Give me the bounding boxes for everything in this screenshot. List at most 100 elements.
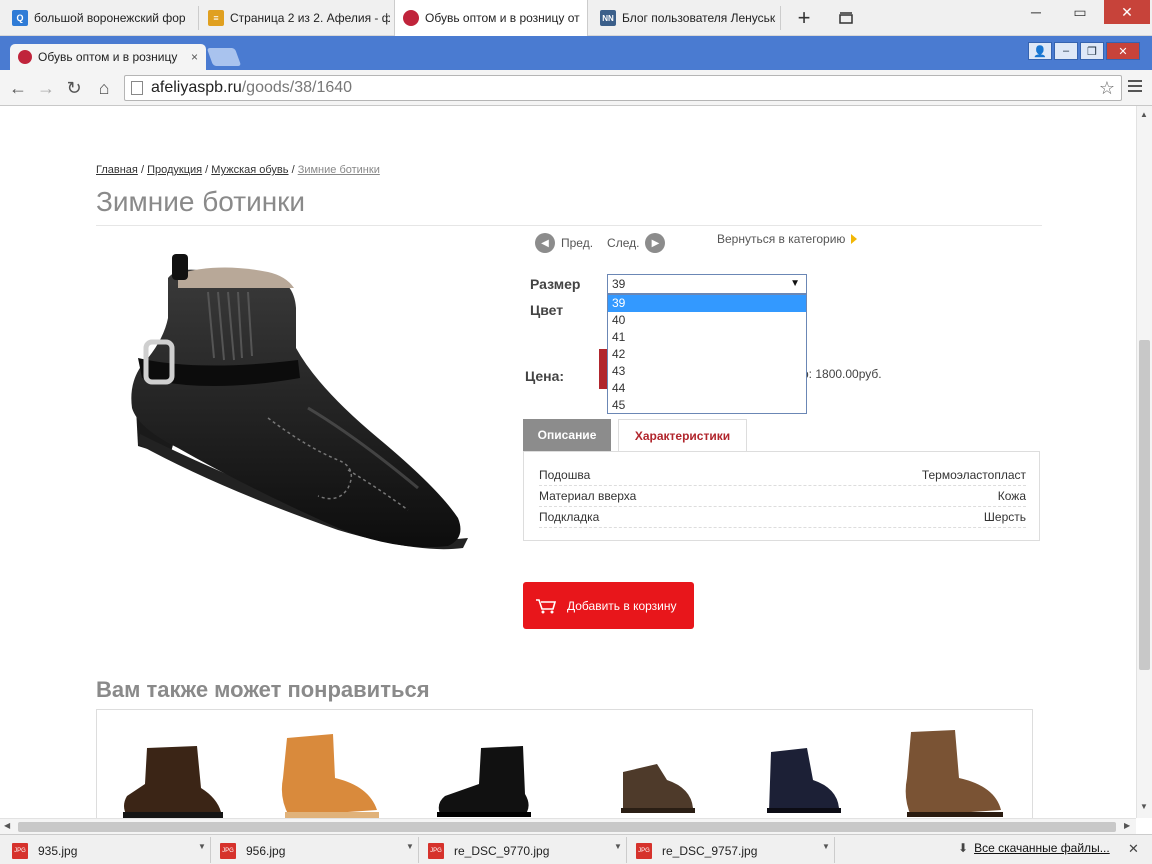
horizontal-scroll-thumb[interactable]	[18, 822, 1116, 832]
browser-tab-strip: Обувь оптом и в розницу × 👤 – ❐ ✕	[0, 36, 1152, 70]
breadcrumb: Главная / Продукция / Мужская обувь / Зи…	[96, 164, 380, 176]
spec-row: Подошва Термоэластопласт	[539, 465, 1026, 486]
download-item[interactable]: JPG 935.jpg ▼	[12, 839, 208, 863]
scroll-down-icon[interactable]: ▼	[1140, 802, 1148, 811]
taskbar-tab-3[interactable]: Обувь оптом и в розницу от	[394, 0, 588, 36]
chevron-down-icon: ▼	[790, 278, 800, 289]
spec-name: Подошва	[539, 468, 591, 482]
bookmark-star-icon[interactable]: ☆	[1099, 78, 1115, 99]
cart-icon	[536, 598, 557, 613]
product-tabs: Описание Характеристики	[523, 419, 747, 452]
close-downloads-icon[interactable]: ✕	[1128, 841, 1139, 857]
chevron-down-icon[interactable]: ▼	[198, 842, 206, 851]
taskbar-tab-label: большой воронежский фор	[34, 11, 186, 25]
page-viewport: Главная / Продукция / Мужская обувь / Зи…	[0, 106, 1136, 818]
reload-icon[interactable]: ↻	[62, 76, 86, 100]
size-option[interactable]: 41	[608, 329, 806, 346]
page-title: Зимние ботинки	[96, 186, 306, 217]
breadcrumb-home[interactable]: Главная	[96, 164, 138, 176]
size-option[interactable]: 42	[608, 346, 806, 363]
spec-name: Материал вверха	[539, 489, 637, 503]
scroll-right-icon[interactable]: ▶	[1124, 821, 1130, 830]
home-icon[interactable]: ⌂	[92, 76, 116, 100]
back-arrow-icon[interactable]: ←	[6, 76, 30, 100]
price-badge	[599, 349, 607, 389]
scroll-left-icon[interactable]: ◀	[4, 821, 10, 830]
prev-next-nav: ◀ Пред. След. ▶	[535, 233, 666, 253]
tab-description[interactable]: Описание	[523, 419, 611, 451]
download-name: 956.jpg	[246, 844, 286, 858]
download-name: re_DSC_9757.jpg	[662, 844, 758, 858]
taskbar-tab-4[interactable]: NN Блог пользователя Ленуська	[592, 0, 776, 36]
chevron-down-icon[interactable]: ▼	[822, 842, 830, 851]
download-item[interactable]: JPG re_DSC_9770.jpg ▼	[428, 839, 624, 863]
url-path: /goods/38/1640	[241, 79, 353, 96]
chrome-restore-icon[interactable]: ❐	[1080, 42, 1104, 60]
product-image[interactable]	[118, 248, 478, 578]
size-option[interactable]: 39	[608, 295, 806, 312]
related-product-image[interactable]	[117, 728, 227, 818]
tabs-overview-icon[interactable]	[826, 6, 866, 30]
chrome-minimize-icon[interactable]: –	[1054, 42, 1078, 60]
all-downloads-link[interactable]: ⬇ Все скачанные файлы...	[958, 841, 1110, 855]
jpg-file-icon: JPG	[220, 843, 236, 859]
forward-arrow-icon[interactable]: →	[34, 76, 58, 100]
horizontal-scrollbar[interactable]: ◀ ▶	[0, 818, 1136, 834]
prev-link[interactable]: Пред.	[561, 236, 593, 250]
blog-icon: NN	[600, 10, 616, 26]
address-bar[interactable]: afeliyaspb.ru/goods/38/1640 ☆	[124, 75, 1122, 101]
related-product-image[interactable]	[273, 728, 383, 818]
chevron-down-icon[interactable]: ▼	[406, 842, 414, 851]
maximize-icon[interactable]: ▭	[1060, 0, 1100, 24]
size-option[interactable]: 40	[608, 312, 806, 329]
taskbar-tab-1[interactable]: Q большой воронежский фор	[4, 0, 194, 36]
related-product-image[interactable]	[431, 728, 541, 818]
prev-arrow-icon[interactable]: ◀	[535, 233, 555, 253]
breadcrumb-mens-shoes[interactable]: Мужская обувь	[211, 164, 288, 176]
spec-name: Подкладка	[539, 510, 600, 524]
download-item[interactable]: JPG re_DSC_9757.jpg ▼	[636, 839, 832, 863]
taskbar-tab-2[interactable]: ≡ Страница 2 из 2. Афелия - ф	[200, 0, 390, 36]
size-option[interactable]: 45	[608, 397, 806, 414]
download-name: 935.jpg	[38, 844, 78, 858]
browser-toolbar: ← → ↻ ⌂ afeliyaspb.ru/goods/38/1640 ☆	[0, 70, 1152, 106]
color-label: Цвет	[530, 302, 564, 318]
chevron-down-icon[interactable]: ▼	[614, 842, 622, 851]
related-product-image[interactable]	[607, 728, 717, 818]
add-to-cart-button[interactable]: Добавить в корзину	[523, 582, 694, 629]
breadcrumb-products[interactable]: Продукция	[147, 164, 202, 176]
scroll-up-icon[interactable]: ▲	[1140, 110, 1148, 119]
close-icon[interactable]: ✕	[1104, 0, 1150, 24]
related-products	[96, 709, 1033, 818]
menu-icon[interactable]	[1128, 80, 1142, 96]
size-option[interactable]: 43	[608, 363, 806, 380]
user-icon[interactable]: 👤	[1028, 42, 1052, 60]
browser-tab[interactable]: Обувь оптом и в розницу ×	[10, 44, 206, 70]
vertical-scrollbar[interactable]: ▲ ▼	[1136, 106, 1152, 818]
browser-tab-title: Обувь оптом и в розницу	[38, 50, 178, 64]
next-link[interactable]: След.	[607, 236, 639, 250]
tab-close-icon[interactable]: ×	[191, 50, 198, 64]
tab-specs[interactable]: Характеристики	[618, 419, 747, 452]
new-tab-button[interactable]	[206, 48, 242, 66]
taskbar: Q большой воронежский фор ≡ Страница 2 и…	[0, 0, 1152, 36]
download-item[interactable]: JPG 956.jpg ▼	[220, 839, 416, 863]
breadcrumb-current[interactable]: Зимние ботинки	[298, 164, 380, 176]
specs-panel: Подошва Термоэластопласт Материал вверха…	[523, 451, 1040, 541]
size-select[interactable]: 39 ▼	[607, 274, 807, 294]
size-label: Размер	[530, 276, 581, 292]
size-option[interactable]: 44	[608, 380, 806, 397]
vertical-scroll-thumb[interactable]	[1139, 340, 1150, 670]
price-label: Цена:	[525, 368, 565, 384]
chrome-close-icon[interactable]: ✕	[1106, 42, 1140, 60]
back-to-category-link[interactable]: Вернуться в категорию	[717, 232, 858, 246]
related-product-image[interactable]	[897, 728, 1007, 818]
related-product-image[interactable]	[757, 728, 867, 818]
screen: Q большой воронежский фор ≡ Страница 2 и…	[0, 0, 1152, 864]
also-like-heading: Вам также может понравиться	[96, 677, 430, 702]
minimize-icon[interactable]: ─	[1016, 0, 1056, 24]
plus-icon[interactable]: +	[784, 5, 824, 30]
next-arrow-icon[interactable]: ▶	[645, 233, 666, 253]
downloads-bar: JPG 935.jpg ▼ JPG 956.jpg ▼ JPG re_DSC_9…	[0, 834, 1152, 864]
spec-row: Материал вверха Кожа	[539, 486, 1026, 507]
